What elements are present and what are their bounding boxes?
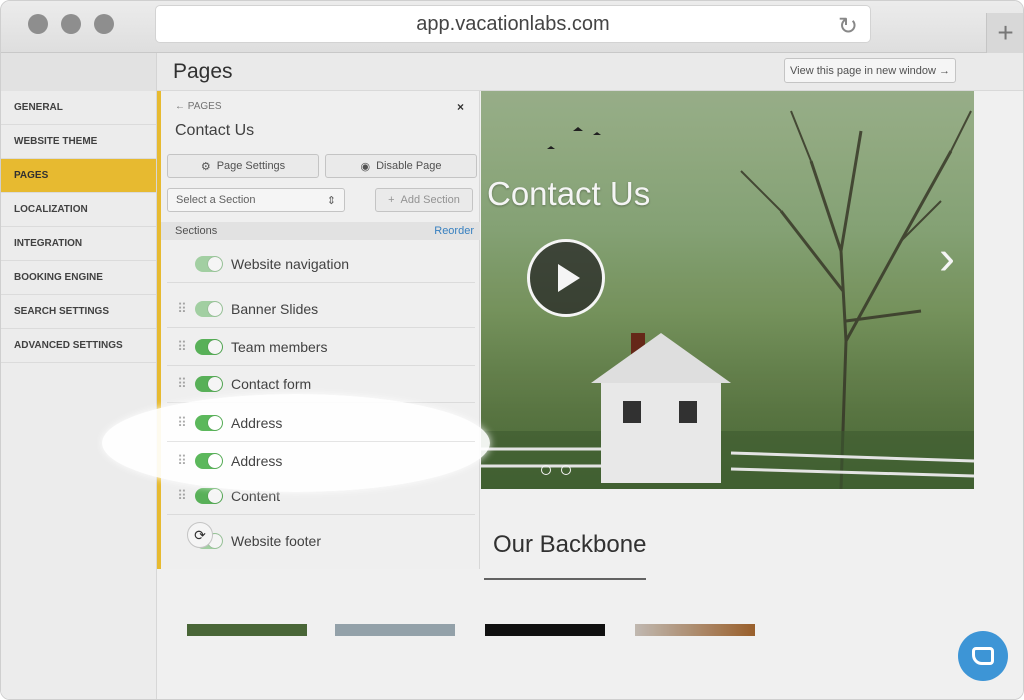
select-arrows-icon: ⇕: [326, 194, 336, 207]
top-bar: Pages View this page in new window →: [1, 53, 1023, 91]
add-section-label: Add Section: [400, 194, 460, 206]
drag-handle-icon[interactable]: ⠿: [167, 376, 195, 392]
section-label: Contact form: [231, 376, 312, 392]
sidebar-header-gap: [1, 53, 157, 91]
section-label: Address: [231, 452, 283, 469]
sidebar-item-search-settings[interactable]: SEARCH SETTINGS: [1, 295, 156, 329]
plus-icon: +: [388, 194, 395, 206]
section-toggle[interactable]: [195, 339, 223, 355]
page-preview-hero: Contact Us ›: [481, 91, 974, 489]
page-title: Pages: [173, 60, 233, 83]
sidebar-item-localization[interactable]: LOCALIZATION: [1, 193, 156, 227]
disable-page-label: Disable Page: [376, 160, 442, 172]
settings-sidebar: GENERAL WEBSITE THEME PAGES LOCALIZATION…: [1, 91, 157, 699]
section-toggle[interactable]: [195, 488, 223, 504]
slider-dots: [541, 465, 571, 475]
reload-icon[interactable]: ↻: [838, 12, 858, 41]
section-label: Team members: [231, 339, 328, 355]
zoom-window-dot[interactable]: [94, 14, 114, 34]
sections-header: Sections Reorder: [161, 222, 480, 240]
team-thumbnail: [485, 624, 605, 636]
sections-label: Sections: [175, 225, 218, 237]
play-button[interactable]: [527, 239, 605, 317]
page-editor-panel: ← PAGES × Contact Us ⚙ Page Settings ◉ D…: [157, 91, 480, 569]
section-toggle[interactable]: [195, 452, 223, 469]
play-icon: [558, 264, 580, 292]
section-label: Address: [231, 415, 283, 431]
add-section-button[interactable]: + Add Section: [375, 188, 473, 212]
section-row: Website footer: [167, 522, 475, 559]
preview-content: Our Backbone: [481, 489, 974, 699]
team-thumbnail: [187, 624, 307, 636]
close-window-dot[interactable]: [28, 14, 48, 34]
section-row: ⠿ Team members: [167, 329, 475, 366]
slider-dot[interactable]: [561, 465, 571, 475]
section-heading: Our Backbone: [493, 531, 647, 558]
drag-handle-icon[interactable]: ⠿: [167, 415, 195, 431]
app-viewport: Pages View this page in new window → GEN…: [1, 53, 1023, 699]
browser-toolbar: app.vacationlabs.com ↻ +: [1, 1, 1023, 53]
browser-window: app.vacationlabs.com ↻ + Pages View this…: [0, 0, 1024, 700]
page-settings-button[interactable]: ⚙ Page Settings: [167, 154, 319, 178]
refresh-icon[interactable]: ⟳: [187, 522, 213, 548]
slider-dot[interactable]: [541, 465, 551, 475]
hero-title: Contact Us: [487, 175, 651, 212]
section-row-highlighted: ⠿ Address: [167, 442, 475, 479]
section-toggle[interactable]: [195, 415, 223, 431]
chat-launcher-button[interactable]: [958, 631, 1008, 681]
drag-handle-icon[interactable]: ⠿: [167, 301, 195, 317]
sidebar-item-pages[interactable]: PAGES: [1, 159, 156, 193]
panel-title: Contact Us: [175, 122, 255, 139]
drag-handle-icon[interactable]: ⠿: [167, 339, 195, 355]
heading-underline: [484, 578, 646, 580]
section-label: Website navigation: [231, 256, 350, 272]
back-to-pages-link[interactable]: ← PAGES: [175, 101, 222, 112]
section-toggle[interactable]: [195, 376, 223, 392]
drag-handle-icon[interactable]: ⠿: [167, 453, 195, 469]
page-settings-label: Page Settings: [216, 160, 286, 172]
sidebar-item-website-theme[interactable]: WEBSITE THEME: [1, 125, 156, 159]
close-icon[interactable]: ×: [457, 100, 464, 114]
team-thumbnail: [635, 624, 755, 636]
section-toggle[interactable]: [195, 301, 223, 317]
sidebar-item-general[interactable]: GENERAL: [1, 91, 156, 125]
drag-handle-icon[interactable]: ⠿: [167, 488, 195, 504]
minimize-window-dot[interactable]: [61, 14, 81, 34]
url-text: app.vacationlabs.com: [416, 12, 610, 35]
sidebar-item-advanced-settings[interactable]: ADVANCED SETTINGS: [1, 329, 156, 363]
new-tab-button[interactable]: +: [986, 13, 1023, 53]
settings-icon: ⚙: [200, 160, 211, 173]
address-bar[interactable]: app.vacationlabs.com ↻: [155, 5, 871, 43]
section-select[interactable]: Select a Section ⇕: [167, 188, 345, 212]
section-row-highlighted: ⠿ Address: [167, 405, 475, 442]
view-in-new-window-button[interactable]: View this page in new window →: [784, 58, 956, 83]
section-row: Website navigation: [167, 246, 475, 283]
sidebar-item-integration[interactable]: INTEGRATION: [1, 227, 156, 261]
reorder-link[interactable]: Reorder: [434, 225, 474, 237]
section-row: ⠿ Banner Slides: [167, 291, 475, 328]
section-label: Banner Slides: [231, 301, 319, 317]
chat-icon: [972, 647, 994, 665]
team-thumbnail: [335, 624, 455, 636]
house-illustration: [591, 333, 731, 483]
section-toggle[interactable]: [195, 256, 223, 272]
eye-icon: ◉: [360, 160, 371, 173]
sidebar-item-booking-engine[interactable]: BOOKING ENGINE: [1, 261, 156, 295]
section-select-value: Select a Section: [176, 194, 256, 206]
section-label: Website footer: [231, 532, 322, 549]
chevron-right-icon[interactable]: ›: [939, 231, 955, 286]
disable-page-button[interactable]: ◉ Disable Page: [325, 154, 477, 178]
